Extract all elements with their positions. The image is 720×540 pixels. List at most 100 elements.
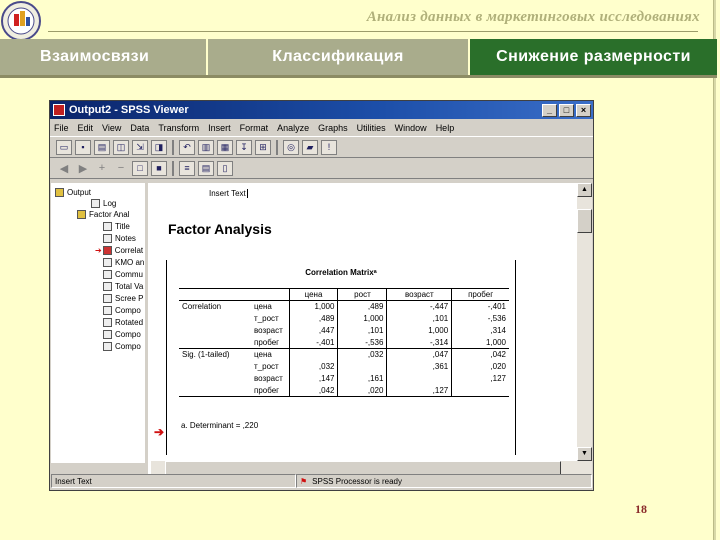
- outline-item[interactable]: Compo: [103, 329, 141, 340]
- menu-format[interactable]: Format: [240, 123, 269, 133]
- chart-icon: [103, 294, 112, 303]
- log-icon: [91, 199, 100, 208]
- table-cell: [288, 348, 338, 361]
- menu-file[interactable]: File: [54, 123, 69, 133]
- hide-icon[interactable]: ■: [151, 160, 167, 176]
- table-row: Correlation цена 1,000 ,489 -,447 -,401: [179, 300, 509, 313]
- save-icon[interactable]: ▪: [75, 139, 91, 155]
- tab-classification[interactable]: Классификация: [208, 39, 470, 75]
- goto-chart-icon[interactable]: ▥: [198, 139, 214, 155]
- print-preview-icon[interactable]: ◫: [113, 139, 129, 155]
- table-icon: [102, 246, 112, 255]
- dialog-recall-icon[interactable]: ◨: [151, 139, 167, 155]
- maximize-button[interactable]: □: [559, 103, 574, 117]
- variables-icon[interactable]: ⊞: [255, 139, 271, 155]
- window-titlebar[interactable]: Output2 - SPSS Viewer _ □ ×: [50, 101, 593, 119]
- scroll-down-icon[interactable]: ▼: [577, 447, 592, 461]
- tab-dimension-reduction[interactable]: Снижение размерности: [470, 39, 717, 75]
- inserted-text[interactable]: Insert Text: [209, 189, 248, 198]
- insert-title-icon[interactable]: ▤: [198, 160, 214, 176]
- outline-pane: Output Log Factor Anal Title Notes ➔ Corr…: [51, 183, 148, 475]
- table-cell: ,032: [337, 348, 387, 361]
- goto-case-icon[interactable]: ↧: [236, 139, 252, 155]
- tab-correlations[interactable]: Взаимосвязи: [0, 39, 208, 75]
- goto-data-icon[interactable]: ▦: [217, 139, 233, 155]
- spss-viewer-window: Output2 - SPSS Viewer _ □ × File Edit Vi…: [49, 100, 594, 491]
- notes-icon: [103, 234, 112, 243]
- outline-item[interactable]: Total Va: [103, 281, 143, 292]
- group-label: [179, 337, 251, 349]
- outline-item-selected[interactable]: ➔ Correlat: [95, 245, 143, 256]
- vertical-scrollbar[interactable]: ▲ ▼: [577, 183, 592, 475]
- table-cell: ,042: [451, 348, 509, 361]
- outline-item[interactable]: Title: [103, 221, 130, 232]
- window-title: Output2 - SPSS Viewer: [69, 104, 189, 116]
- menu-edit[interactable]: Edit: [78, 123, 94, 133]
- menu-help[interactable]: Help: [436, 123, 455, 133]
- factor-analysis-heading: Factor Analysis: [168, 221, 272, 237]
- table-cell: ,047: [386, 348, 452, 361]
- table-icon: [103, 282, 112, 291]
- table-row: пробег ,042 ,020 ,127: [179, 384, 509, 397]
- group-label: Correlation: [182, 302, 222, 312]
- export-icon[interactable]: ⇲: [132, 139, 148, 155]
- expand-icon[interactable]: +: [94, 162, 110, 174]
- group-label: Sig. (1-tailed): [179, 348, 251, 361]
- menu-view[interactable]: View: [102, 123, 121, 133]
- menu-graphs[interactable]: Graphs: [318, 123, 348, 133]
- outline-item[interactable]: Log: [91, 198, 116, 209]
- horizontal-scroll-thumb[interactable]: [165, 461, 561, 475]
- outline-item[interactable]: Compo: [103, 305, 141, 316]
- outline-item[interactable]: Notes: [103, 233, 136, 244]
- menu-utilities[interactable]: Utilities: [357, 123, 386, 133]
- horizontal-scrollbar[interactable]: [151, 461, 577, 475]
- undo-icon[interactable]: ↶: [179, 139, 195, 155]
- group-label: [179, 361, 251, 373]
- outline-item[interactable]: Commu: [103, 269, 143, 280]
- processor-icon: ⚑: [300, 476, 308, 486]
- table-cell: ,101: [337, 324, 387, 337]
- close-button[interactable]: ×: [576, 103, 591, 117]
- menu-insert[interactable]: Insert: [208, 123, 231, 133]
- page-number: 18: [635, 502, 647, 516]
- outline-item[interactable]: Rotated: [103, 317, 143, 328]
- collapse-icon[interactable]: −: [113, 162, 129, 174]
- toolbar-separator: [276, 139, 278, 155]
- outline-toolbar: ◀ ▶ + − □ ■ ≡ ▤ ▯: [50, 158, 593, 179]
- scroll-up-icon[interactable]: ▲: [577, 183, 592, 197]
- scroll-thumb[interactable]: [577, 209, 592, 233]
- menu-window[interactable]: Window: [395, 123, 427, 133]
- status-left: Insert Text: [51, 474, 296, 488]
- menu-transform[interactable]: Transform: [158, 123, 199, 133]
- right-border: [713, 0, 716, 540]
- row-label: пробег: [254, 337, 280, 347]
- info-icon[interactable]: !: [321, 139, 337, 155]
- row-label: т_рост: [254, 362, 279, 371]
- use-sets-icon[interactable]: ◎: [283, 139, 299, 155]
- outline-item[interactable]: Scree P: [103, 293, 143, 304]
- show-icon[interactable]: □: [132, 160, 148, 176]
- column-header: пробег: [451, 288, 509, 301]
- menu-data[interactable]: Data: [130, 123, 149, 133]
- outline-item[interactable]: KMO an: [103, 257, 144, 268]
- designate-window-icon[interactable]: ▰: [302, 139, 318, 155]
- open-icon[interactable]: ▭: [56, 139, 72, 155]
- insert-text-icon[interactable]: ▯: [217, 160, 233, 176]
- table-cell: ,314: [451, 324, 509, 337]
- spss-app-icon: [53, 104, 65, 116]
- insert-heading-icon[interactable]: ≡: [179, 160, 195, 176]
- print-icon[interactable]: ▤: [94, 139, 110, 155]
- minimize-button[interactable]: _: [542, 103, 557, 117]
- row-label: возраст: [254, 374, 283, 383]
- title-divider: [48, 31, 698, 32]
- outline-item[interactable]: Factor Anal: [77, 209, 129, 220]
- promote-arrow-icon[interactable]: ◀: [56, 162, 72, 175]
- demote-arrow-icon[interactable]: ▶: [75, 162, 91, 175]
- correlation-matrix-table: цена рост возраст пробег Correlation цен…: [179, 288, 509, 397]
- header-cell: [251, 288, 289, 301]
- processor-status: SPSS Processor is ready: [312, 476, 402, 486]
- menu-analyze[interactable]: Analyze: [277, 123, 309, 133]
- outline-item[interactable]: Compo: [103, 341, 141, 352]
- table-cell: -,401: [288, 336, 338, 349]
- outline-item[interactable]: Output: [55, 187, 91, 198]
